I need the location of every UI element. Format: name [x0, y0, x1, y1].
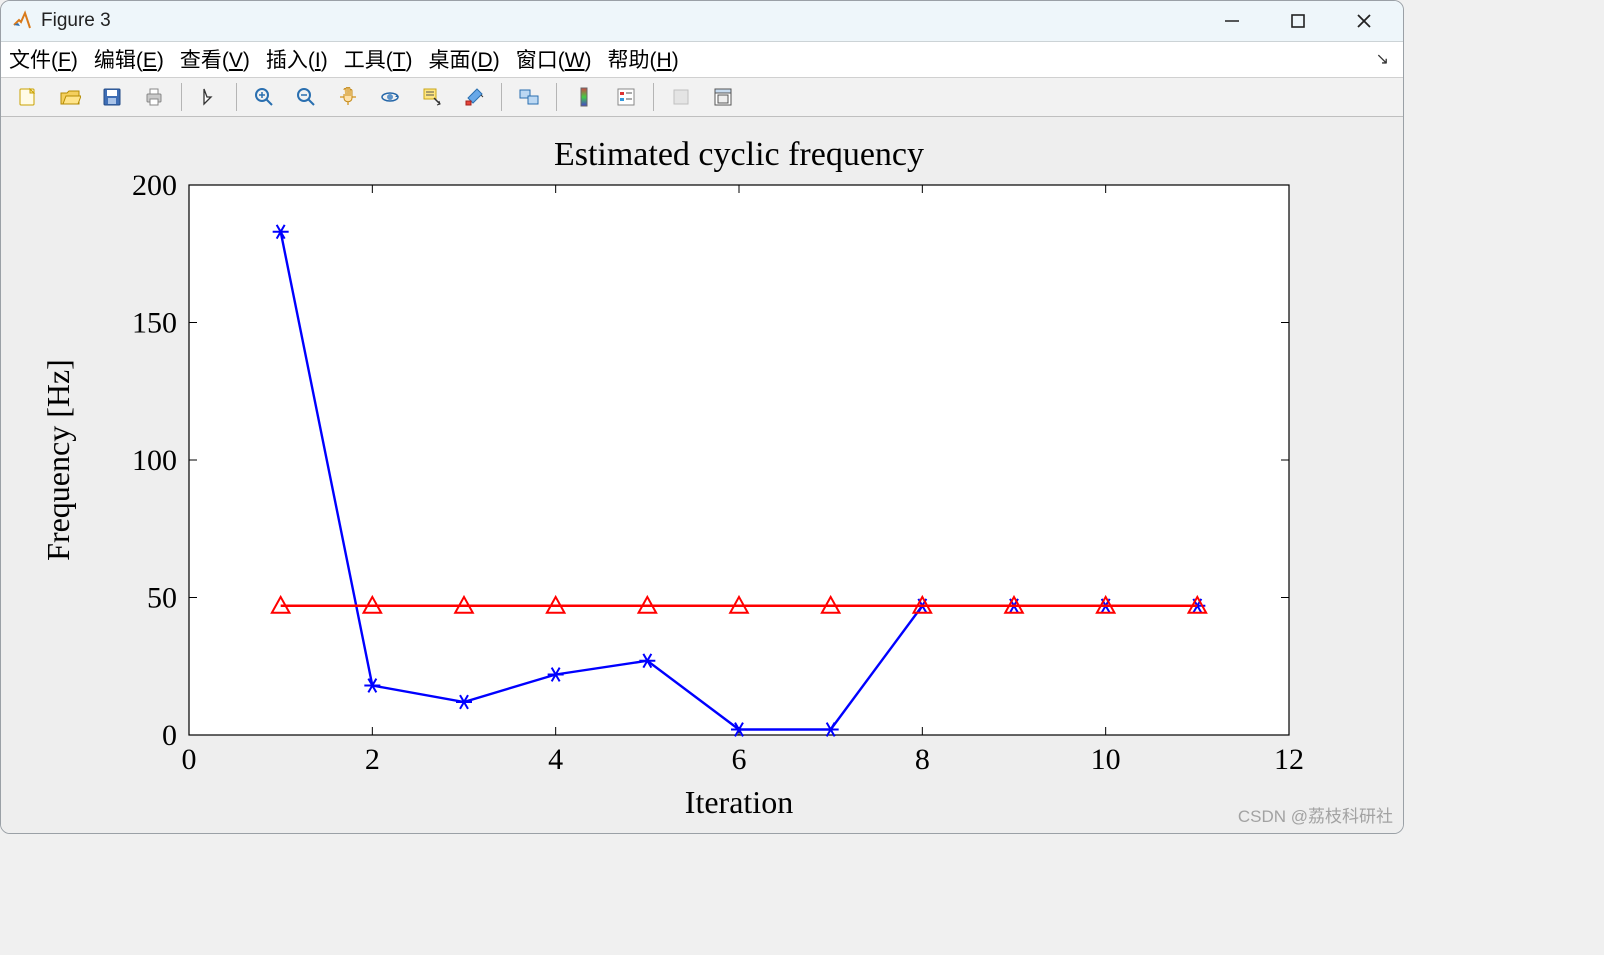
- zoom-out-button[interactable]: [287, 80, 325, 114]
- axes[interactable]: Estimated cyclic frequency 0 2 4 6 8 10 12 0 50 10…: [9, 125, 1395, 825]
- minimize-button[interactable]: [1217, 6, 1247, 36]
- zoom-in-button[interactable]: [245, 80, 283, 114]
- toolbar: [1, 78, 1403, 117]
- menu-insert[interactable]: 插入(I): [266, 44, 328, 74]
- window-title: Figure 3: [41, 10, 111, 32]
- watermark-text: CSDN @荔枝科研社: [1238, 802, 1393, 827]
- y-tick-label: 200: [132, 169, 177, 202]
- save-button[interactable]: [93, 80, 131, 114]
- insert-colorbar-button[interactable]: [565, 80, 603, 114]
- y-tick-label: 100: [132, 444, 177, 477]
- edit-plot-button[interactable]: [190, 80, 228, 114]
- rotate-3d-button[interactable]: [371, 80, 409, 114]
- toolbar-separator: [236, 83, 237, 111]
- y-axis-label: Frequency [Hz]: [40, 359, 76, 561]
- x-axis-label: Iteration: [685, 784, 793, 820]
- y-tick-label: 150: [132, 307, 177, 340]
- link-data-button[interactable]: [510, 80, 548, 114]
- x-tick-label: 4: [548, 743, 563, 776]
- axes-box: [189, 185, 1289, 735]
- close-button[interactable]: [1349, 6, 1379, 36]
- menu-view[interactable]: 查看(V): [180, 44, 250, 74]
- x-tick-label: 2: [365, 743, 380, 776]
- pan-button[interactable]: [329, 80, 367, 114]
- brush-button[interactable]: [455, 80, 493, 114]
- x-tick-label: 12: [1274, 743, 1304, 776]
- titlebar-left: Figure 3: [11, 10, 111, 32]
- menu-window[interactable]: 窗口(W): [516, 44, 592, 74]
- y-tick-label: 0: [162, 719, 177, 752]
- matlab-icon: [11, 10, 33, 32]
- figure-window: Figure 3 文件(F) 编辑(E) 查看(V) 插入(I) 工具(T) 桌…: [0, 0, 1404, 834]
- menu-overflow-icon[interactable]: ↘: [1376, 49, 1395, 69]
- axes-container: Estimated cyclic frequency 0 2 4 6 8 10 12 0 50 10…: [9, 125, 1395, 825]
- menu-file[interactable]: 文件(F): [9, 44, 78, 74]
- titlebar: Figure 3: [1, 1, 1403, 42]
- window-controls: [1217, 6, 1393, 36]
- print-button[interactable]: [135, 80, 173, 114]
- y-tick-label: 50: [147, 582, 177, 615]
- x-tick-label: 8: [915, 743, 930, 776]
- toolbar-separator: [501, 83, 502, 111]
- data-cursor-button[interactable]: [413, 80, 451, 114]
- new-figure-button[interactable]: [9, 80, 47, 114]
- figure-canvas: Estimated cyclic frequency 0 2 4 6 8 10 12 0 50 10…: [1, 117, 1403, 833]
- menu-tools[interactable]: 工具(T): [344, 44, 413, 74]
- insert-legend-button[interactable]: [607, 80, 645, 114]
- x-tick-label: 10: [1091, 743, 1121, 776]
- toolbar-separator: [653, 83, 654, 111]
- toolbar-separator: [556, 83, 557, 111]
- hide-plot-tools-button[interactable]: [662, 80, 700, 114]
- menu-help[interactable]: 帮助(H): [608, 44, 679, 74]
- open-button[interactable]: [51, 80, 89, 114]
- menu-edit[interactable]: 编辑(E): [94, 44, 164, 74]
- show-plot-tools-button[interactable]: [704, 80, 742, 114]
- toolbar-separator: [181, 83, 182, 111]
- x-tick-label: 0: [182, 743, 197, 776]
- maximize-button[interactable]: [1283, 6, 1313, 36]
- chart-title: Estimated cyclic frequency: [554, 136, 924, 173]
- menubar: 文件(F) 编辑(E) 查看(V) 插入(I) 工具(T) 桌面(D) 窗口(W…: [1, 42, 1403, 78]
- x-tick-label: 6: [732, 743, 747, 776]
- menu-desktop[interactable]: 桌面(D): [429, 44, 500, 74]
